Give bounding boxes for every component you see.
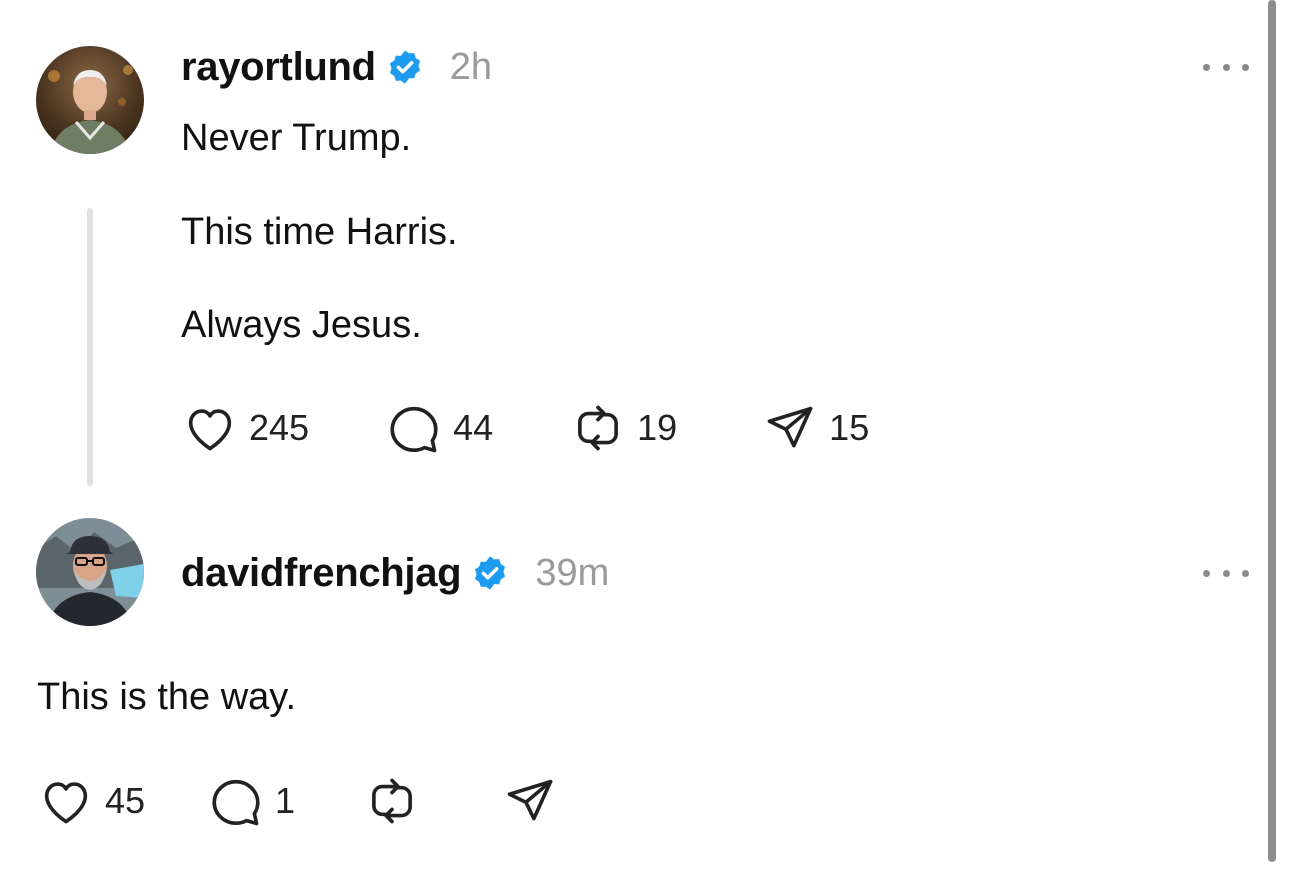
post-actions: 245 44 19 15 bbox=[181, 398, 869, 458]
repost-arrows-icon bbox=[569, 399, 627, 457]
repost-button[interactable] bbox=[363, 772, 421, 830]
more-dots-icon[interactable] bbox=[1203, 565, 1249, 581]
post-text-line: Never Trump. bbox=[181, 117, 412, 159]
avatar[interactable] bbox=[36, 518, 144, 626]
verified-badge-icon bbox=[386, 48, 424, 86]
scrollbar[interactable] bbox=[1268, 0, 1276, 862]
paper-plane-icon bbox=[761, 399, 819, 457]
reply-button[interactable]: 44 bbox=[385, 399, 493, 457]
heart-icon bbox=[37, 772, 95, 830]
speech-bubble-icon bbox=[385, 399, 443, 457]
post-actions: 45 1 bbox=[37, 771, 559, 831]
heart-icon bbox=[181, 399, 239, 457]
like-count: 45 bbox=[105, 780, 146, 821]
post-text-line: Always Jesus. bbox=[181, 304, 422, 346]
share-button[interactable] bbox=[501, 772, 559, 830]
username[interactable]: davidfrenchjag bbox=[181, 551, 462, 596]
like-button[interactable]: 245 bbox=[181, 399, 309, 457]
reply-count: 44 bbox=[453, 407, 494, 448]
post-header: davidfrenchjag 39m bbox=[181, 548, 609, 598]
like-button[interactable]: 45 bbox=[37, 772, 145, 830]
timestamp: 2h bbox=[449, 45, 493, 88]
share-count: 15 bbox=[829, 407, 870, 448]
post-text-line: This time Harris. bbox=[181, 211, 458, 253]
reply-count: 1 bbox=[275, 780, 296, 821]
thread-line bbox=[87, 208, 93, 486]
username[interactable]: rayortlund bbox=[181, 45, 376, 90]
share-button[interactable]: 15 bbox=[761, 399, 869, 457]
repost-count: 19 bbox=[637, 407, 678, 448]
speech-bubble-icon bbox=[207, 772, 265, 830]
reply-button[interactable]: 1 bbox=[207, 772, 295, 830]
repost-arrows-icon bbox=[363, 772, 421, 830]
avatar[interactable] bbox=[36, 46, 144, 154]
timestamp: 39m bbox=[535, 551, 610, 594]
paper-plane-icon bbox=[501, 772, 559, 830]
verified-badge-icon bbox=[471, 554, 509, 592]
post-header: rayortlund 2h bbox=[181, 42, 492, 92]
repost-button[interactable]: 19 bbox=[569, 399, 677, 457]
like-count: 245 bbox=[249, 407, 310, 448]
more-dots-icon[interactable] bbox=[1203, 59, 1249, 75]
post-text-line: This is the way. bbox=[37, 676, 297, 718]
